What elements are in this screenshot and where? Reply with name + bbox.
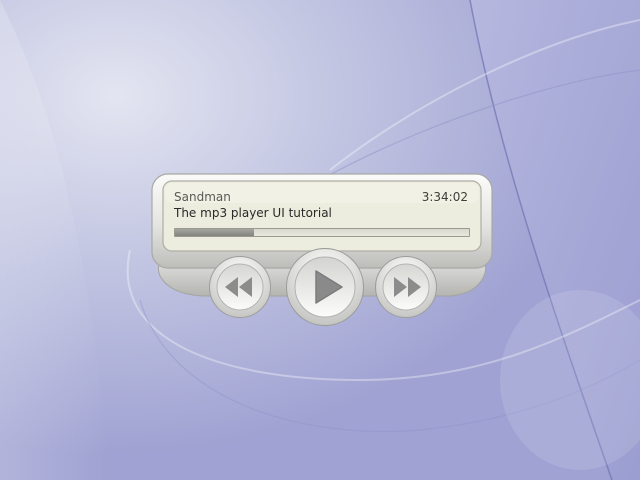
progress-bar[interactable] [174,228,470,237]
fast-forward-icon [375,256,437,318]
progress-fill [175,229,255,236]
play-icon [286,248,364,326]
lcd-display: Sandman The mp3 player UI tutorial 3:34:… [164,182,480,250]
fast-forward-button[interactable] [374,255,438,319]
elapsed-time: 3:34:02 [421,190,468,204]
play-button[interactable] [285,247,365,327]
mp3-player: Sandman The mp3 player UI tutorial 3:34:… [150,172,494,332]
artist-name: Sandman [174,190,231,204]
track-title: The mp3 player UI tutorial [174,206,332,220]
rewind-icon [209,256,271,318]
rewind-button[interactable] [208,255,272,319]
